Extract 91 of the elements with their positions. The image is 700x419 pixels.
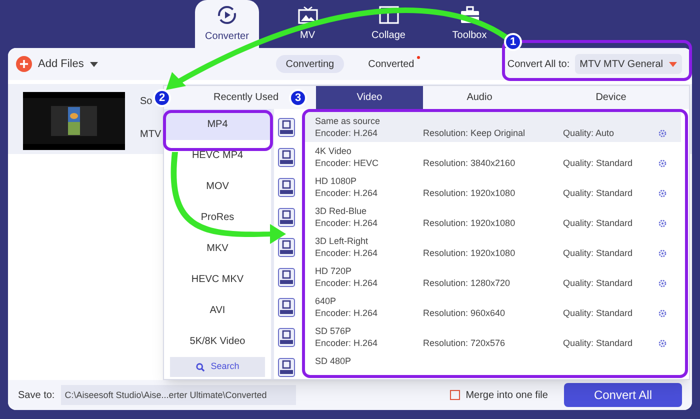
- preset-row[interactable]: 3D Left-Right Encoder: H.264 Resolution: 1920x1080 Quality: Standard: [305, 232, 681, 262]
- encoder-text: Encoder: HEVC: [315, 156, 380, 170]
- encoder-text: Encoder: H.264: [315, 186, 379, 200]
- encoder-text: Encoder: H.264: [315, 246, 379, 260]
- settings-icon[interactable]: [658, 218, 667, 228]
- format-item[interactable]: HEVC MP4: [164, 140, 271, 171]
- preset-name: HD 720P: [315, 264, 353, 276]
- format-item[interactable]: AVI: [164, 295, 271, 326]
- video-file-icon: [278, 148, 294, 166]
- settings-icon[interactable]: [658, 308, 667, 318]
- format-tab[interactable]: Audio: [423, 86, 536, 109]
- format-item[interactable]: 5K/8K Video: [164, 326, 271, 357]
- format-dropdown[interactable]: MTV MTV General: [574, 54, 682, 74]
- preset-name: 3D Left-Right: [315, 234, 370, 246]
- search-icon: [196, 362, 205, 372]
- save-to-label: Save to:: [18, 388, 55, 402]
- quality-text: Quality: Standard: [563, 156, 634, 170]
- encoder-text: Encoder: H.264: [315, 216, 379, 230]
- preset-name: HD 1080P: [315, 174, 358, 186]
- preset-row[interactable]: 3D Red-Blue Encoder: H.264 Resolution: 1920x1080 Quality: Standard: [305, 202, 681, 232]
- encoder-text: Encoder: H.264: [315, 336, 379, 350]
- preset-name: 3D Red-Blue: [315, 204, 368, 216]
- preset-name: Same as source: [315, 114, 382, 126]
- nav-tab[interactable]: Converter: [195, 0, 259, 48]
- caret-icon: [669, 62, 677, 66]
- resolution-text: Resolution: Keep Original: [423, 126, 526, 140]
- preset-row[interactable]: HD 720P Encoder: H.264 Resolution: 1280x720 Quality: Standard: [305, 262, 681, 292]
- settings-icon[interactable]: [658, 188, 667, 198]
- format-item[interactable]: HEVC MKV: [164, 264, 271, 295]
- encoder-text: Encoder: H.264: [315, 126, 379, 140]
- quality-text: Quality: Standard: [563, 186, 634, 200]
- settings-icon[interactable]: [658, 278, 667, 288]
- nav-tab[interactable]: MV: [267, 0, 348, 48]
- quality-text: Quality: Standard: [563, 276, 634, 290]
- preset-row[interactable]: 4K Video Encoder: HEVC Resolution: 3840x2160 Quality: Standard: [305, 142, 681, 172]
- video-file-icon: [278, 238, 294, 256]
- preset-row[interactable]: SD 480P: [305, 352, 681, 375]
- resolution-text: Resolution: 960x640: [423, 306, 506, 320]
- converter-icon: [217, 4, 237, 24]
- video-file-icon: [278, 358, 294, 376]
- format-tab[interactable]: Video: [316, 86, 423, 109]
- preset-row[interactable]: 640P Encoder: H.264 Resolution: 960x640 Quality: Standard: [305, 292, 681, 322]
- resolution-text: Resolution: 1920x1080: [423, 246, 516, 260]
- tv-icon: [298, 6, 318, 24]
- resolution-text: Resolution: 1920x1080: [423, 186, 516, 200]
- source-label: So: [140, 95, 154, 109]
- add-files-button[interactable]: Add Files: [38, 56, 84, 72]
- settings-icon[interactable]: [658, 248, 667, 258]
- format-item[interactable]: ProRes: [164, 202, 271, 233]
- video-file-icon: [278, 268, 294, 286]
- format-label: MTV: [140, 128, 162, 142]
- convert-all-label: Convert All to:: [507, 58, 570, 72]
- encoder-text: Encoder: H.264: [315, 306, 379, 320]
- view-tab[interactable]: Converting: [276, 55, 344, 73]
- step-number: 1: [504, 33, 522, 51]
- preset-name: 4K Video: [315, 144, 352, 156]
- quality-text: Quality: Standard: [563, 216, 634, 230]
- quality-text: Quality: Standard: [563, 306, 634, 320]
- convert-all-button[interactable]: Convert All: [564, 383, 682, 407]
- video-file-icon: [278, 118, 294, 136]
- resolution-text: Resolution: 1280x720: [423, 276, 512, 290]
- merge-checkbox[interactable]: [450, 390, 460, 400]
- preset-row[interactable]: SD 576P Encoder: H.264 Resolution: 720x576 Quality: Standard: [305, 322, 681, 352]
- format-item[interactable]: MOV: [164, 171, 271, 202]
- settings-icon[interactable]: [658, 158, 667, 168]
- add-icon[interactable]: [16, 56, 32, 72]
- preset-name: SD 480P: [315, 355, 352, 367]
- resolution-text: Resolution: 720x576: [423, 336, 506, 350]
- settings-icon[interactable]: [658, 338, 667, 348]
- settings-icon[interactable]: [658, 128, 667, 138]
- resolution-text: Resolution: 3840x2160: [423, 156, 516, 170]
- quality-text: Quality: Auto: [563, 126, 616, 140]
- format-tab[interactable]: Device: [536, 86, 686, 109]
- search-button[interactable]: Search: [170, 357, 265, 377]
- preset-name: 640P: [315, 294, 338, 306]
- preset-name: SD 576P: [315, 324, 352, 336]
- preset-row[interactable]: Same as source Encoder: H.264 Resolution: Keep Original Quality: Auto: [305, 112, 681, 142]
- merge-label: Merge into one file: [466, 388, 548, 402]
- quality-text: Quality: Standard: [563, 246, 634, 260]
- view-tab[interactable]: Converted: [358, 55, 424, 73]
- video-file-icon: [278, 178, 294, 196]
- video-file-icon: [278, 298, 294, 316]
- video-file-icon: [278, 208, 294, 226]
- path-field[interactable]: C:\Aiseesoft Studio\Aise...erter Ultimate\Converted: [60, 385, 296, 405]
- preset-row[interactable]: HD 1080P Encoder: H.264 Resolution: 1920x1080 Quality: Standard: [305, 172, 681, 202]
- caret-icon[interactable]: [90, 62, 98, 66]
- resolution-text: Resolution: 1920x1080: [423, 216, 516, 230]
- quality-text: Quality: Standard: [563, 336, 634, 350]
- encoder-text: Encoder: H.264: [315, 276, 379, 290]
- video-file-icon: [278, 328, 294, 346]
- format-item[interactable]: MKV: [164, 233, 271, 264]
